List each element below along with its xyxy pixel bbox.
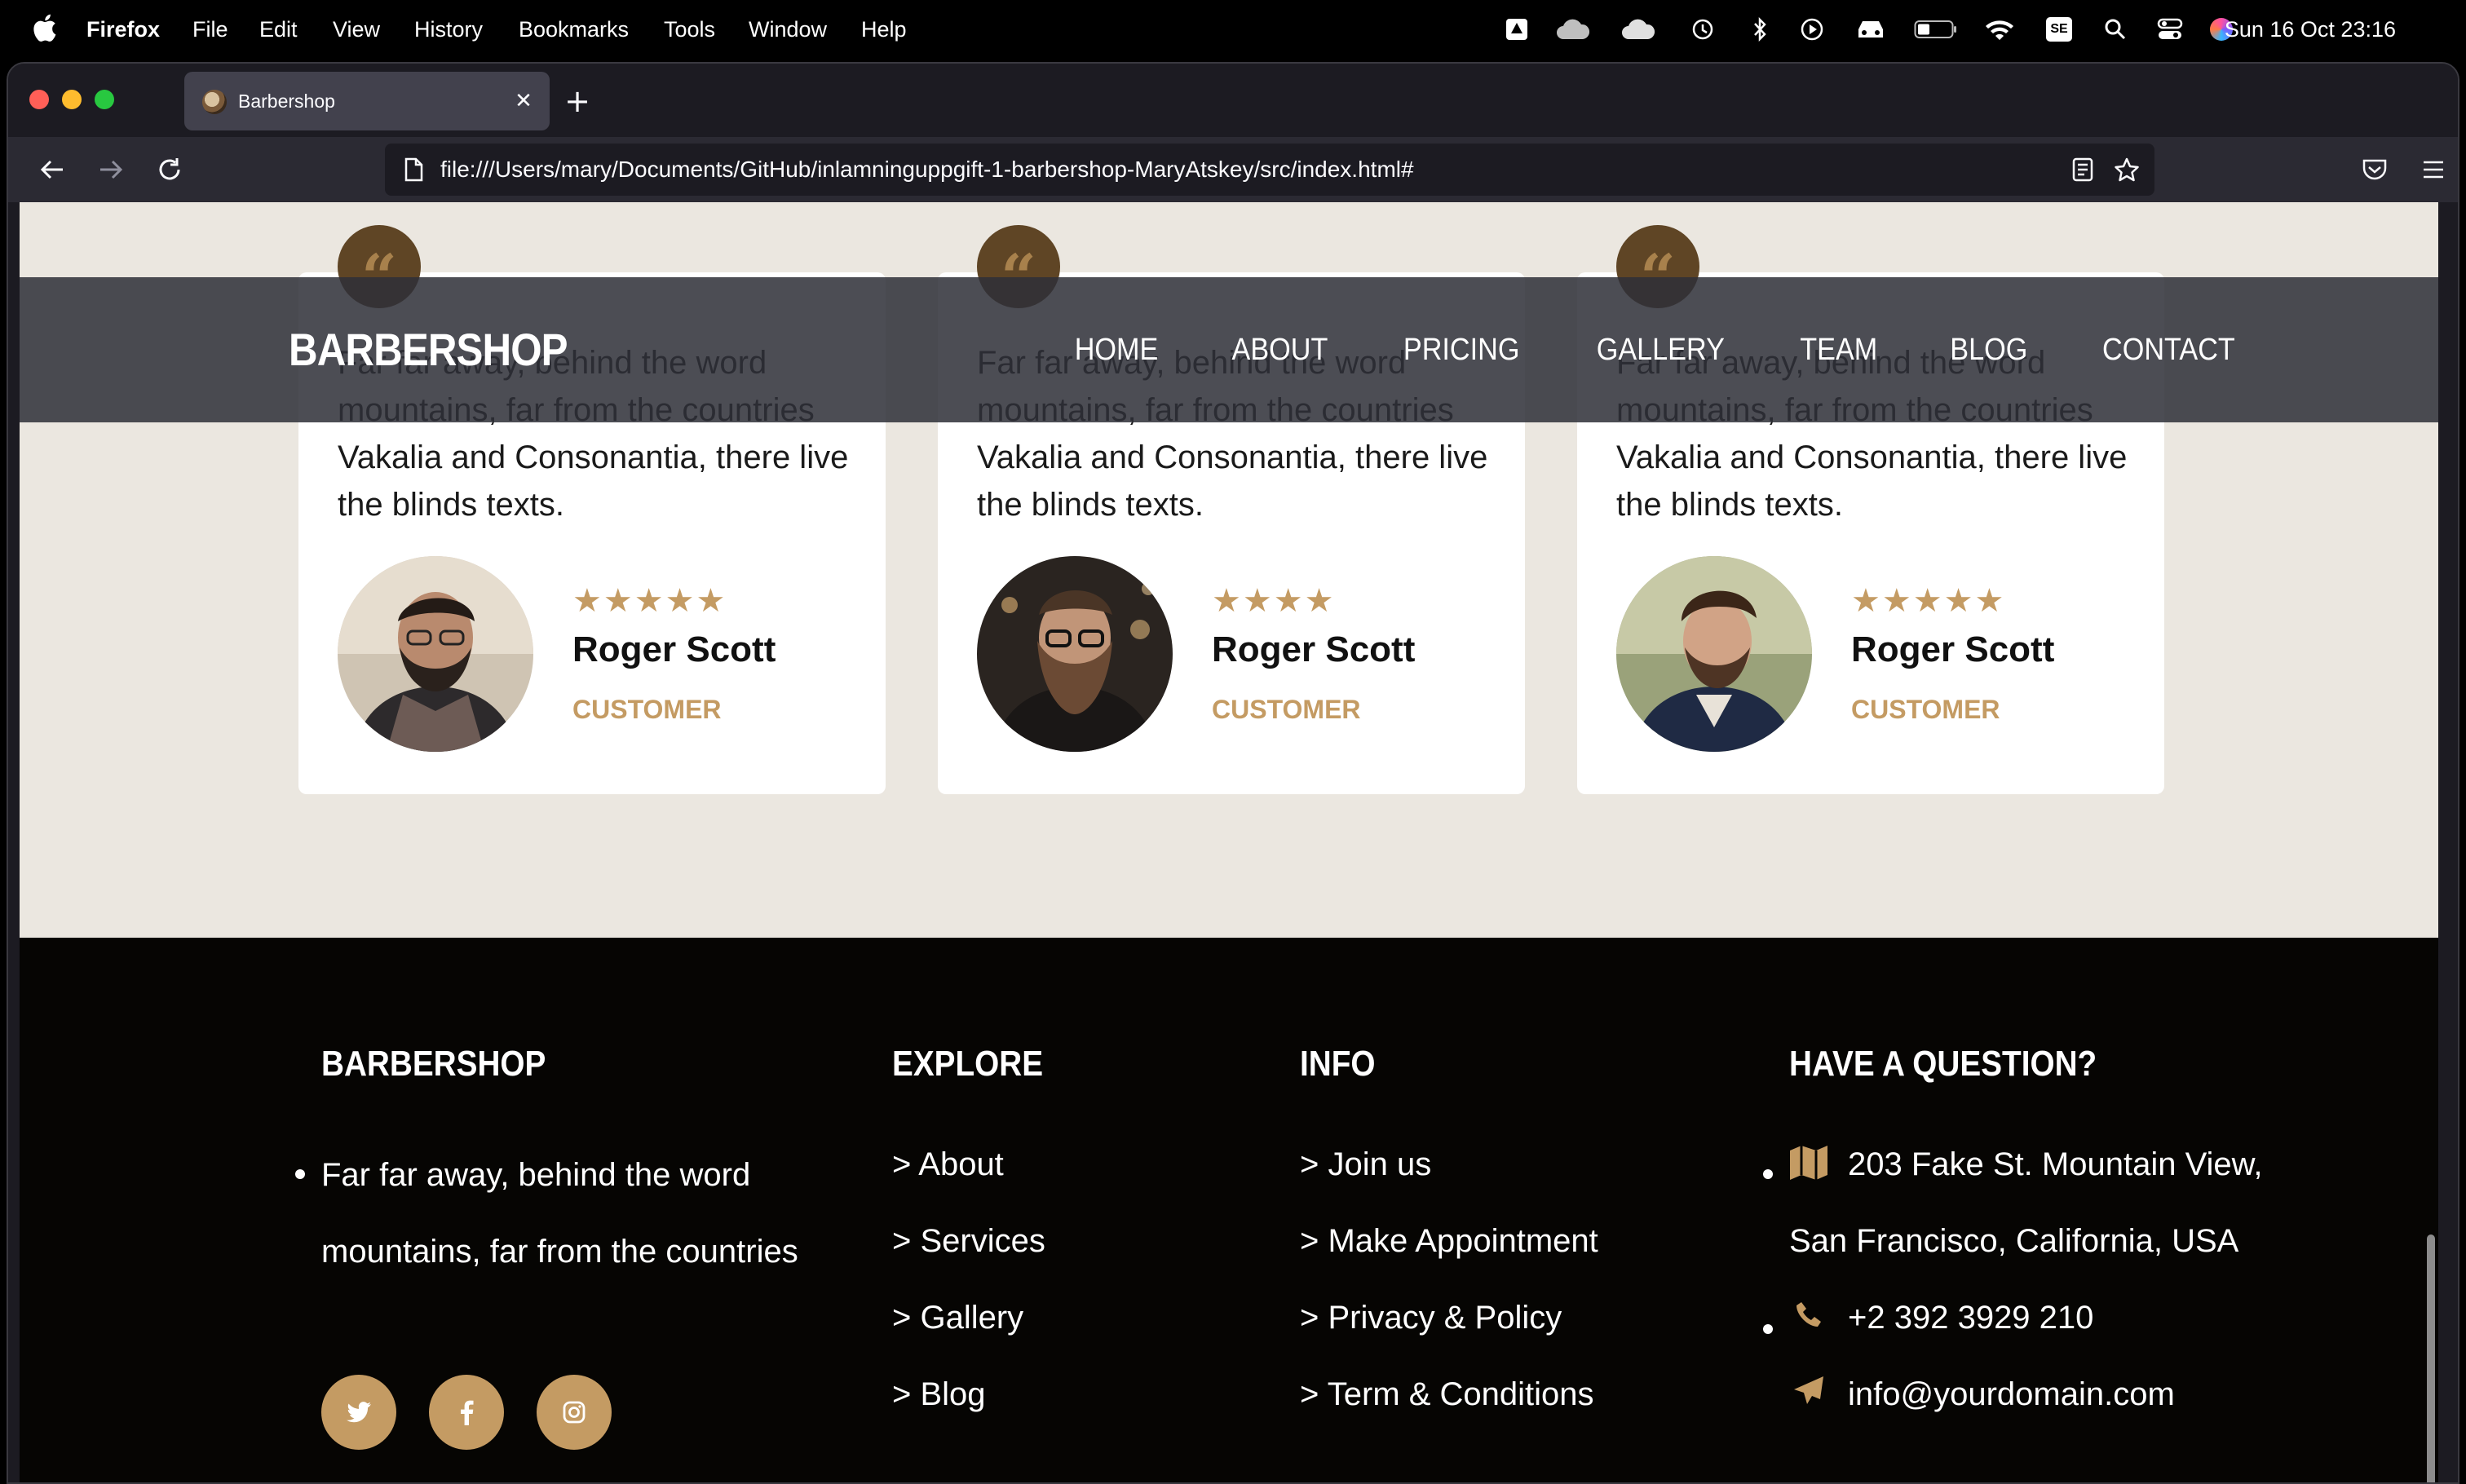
menu-app-name[interactable]: Firefox [86,0,160,59]
customer-role: CUSTOMER [1212,695,1361,724]
navigation-toolbar: file:///Users/mary/Documents/GitHub/inla… [8,137,2458,202]
menu-view[interactable]: View [333,0,380,59]
nav-about[interactable]: ABOUT [1232,333,1328,368]
page-scrollbar[interactable] [2427,1234,2435,1482]
site-header: BARBERSHOP HOME ABOUT PRICING GALLERY TE… [20,277,2438,422]
time-machine-icon[interactable] [1690,15,1716,44]
customer-role: CUSTOMER [572,695,722,724]
list-bullet [295,1169,305,1179]
rating-stars: ★★★★ [1212,582,1336,620]
search-icon[interactable] [2102,15,2128,44]
avatar [1616,556,1812,752]
footer-link-privacy-policy[interactable]: > Privacy & Policy [1300,1300,1562,1336]
footer-address-line1: 203 Fake St. Mountain View, [1848,1146,2263,1182]
facebook-icon[interactable] [429,1375,504,1450]
avatar [338,556,533,752]
list-bullet [1763,1324,1773,1334]
tab-title: Barbershop [238,91,335,112]
close-window-button[interactable] [29,90,49,109]
twitter-icon[interactable] [321,1375,396,1450]
new-tab-button[interactable]: + [559,83,595,119]
forward-button[interactable] [91,150,130,189]
instagram-icon[interactable] [537,1375,612,1450]
customer-name: Roger Scott [572,629,776,669]
site-nav: HOME ABOUT PRICING GALLERY TEAM BLOG CON… [1006,277,2243,422]
footer-link-make-appointment[interactable]: > Make Appointment [1300,1223,1598,1260]
footer-link-about[interactable]: > About [892,1146,1004,1183]
customer-role: CUSTOMER [1851,695,2000,724]
footer-explore-title: EXPLORE [892,1044,1044,1084]
menu-help[interactable]: Help [861,0,907,59]
rating-stars: ★★★★★ [572,582,727,620]
footer-link-join-us[interactable]: > Join us [1300,1146,1431,1183]
nav-team[interactable]: TEAM [1800,333,1877,368]
page-viewport[interactable]: “ Far far away, behind the word mountain… [20,202,2438,1482]
apple-icon[interactable] [31,11,57,44]
car-icon[interactable] [1854,15,1887,44]
close-tab-icon[interactable]: ✕ [510,88,537,114]
back-button[interactable] [33,150,72,189]
page-icon [404,157,423,182]
menu-tools[interactable]: Tools [664,0,715,59]
map-icon [1788,1142,1830,1184]
reader-view-icon[interactable] [2070,157,2096,183]
minimize-window-button[interactable] [62,90,82,109]
site-footer: BARBERSHOP Far far away, behind the word… [20,938,2438,1482]
se-badge-icon[interactable]: SE [2045,15,2073,44]
footer-info-title: INFO [1300,1044,1376,1084]
list-bullet [1763,1169,1773,1179]
customer-name: Roger Scott [1851,629,2055,669]
browser-window: Barbershop ✕ + file:///Users/mary/Docume… [7,62,2459,1484]
cloud-icon[interactable] [1554,15,1592,44]
nav-blog[interactable]: BLOG [1950,333,2027,368]
bookmark-star-icon[interactable] [2114,157,2140,183]
clock[interactable]: Sun 16 Oct 23:16 [2225,0,2396,59]
reload-button[interactable] [150,150,189,189]
footer-phone[interactable]: +2 392 3929 210 [1848,1300,2093,1336]
url-text[interactable]: file:///Users/mary/Documents/GitHub/inla… [440,144,1414,196]
phone-icon [1788,1293,1830,1336]
menu-bookmarks[interactable]: Bookmarks [519,0,629,59]
battery-icon[interactable] [1913,15,1959,44]
pocket-icon[interactable] [2355,150,2394,189]
site-logo[interactable]: BARBERSHOP [289,277,568,422]
paper-plane-icon [1788,1370,1830,1412]
menu-history[interactable]: History [414,0,483,59]
control-center-icon[interactable] [2156,15,2184,44]
footer-email[interactable]: info@yourdomain.com [1848,1376,2175,1413]
menu-window[interactable]: Window [749,0,827,59]
footer-brand-title: BARBERSHOP [321,1044,546,1084]
menu-edit[interactable]: Edit [259,0,298,59]
footer-link-services[interactable]: > Services [892,1223,1045,1260]
url-bar[interactable]: file:///Users/mary/Documents/GitHub/inla… [385,144,2154,196]
cloud-filled-icon[interactable] [1620,15,1657,44]
footer-brand-text: Far far away, behind the word mountains,… [321,1157,798,1270]
footer-link-blog[interactable]: > Blog [892,1376,986,1413]
nav-contact[interactable]: CONTACT [2102,333,2235,368]
zoom-window-button[interactable] [95,90,114,109]
tab-barbershop[interactable]: Barbershop ✕ [184,72,550,130]
bluetooth-icon[interactable] [1750,15,1770,44]
se-badge-label: SE [2046,17,2072,42]
wifi-icon[interactable] [1983,15,2016,44]
drive-icon[interactable] [1504,15,1530,44]
avatar [977,556,1173,752]
footer-link-gallery[interactable]: > Gallery [892,1300,1023,1336]
play-icon[interactable] [1799,15,1825,44]
app-menu-icon[interactable] [2414,150,2453,189]
menu-file[interactable]: File [192,0,228,59]
footer-address-line2: San Francisco, California, USA [1789,1223,2239,1259]
tab-strip: Barbershop ✕ + [8,64,2458,137]
footer-question-title: HAVE A QUESTION? [1789,1044,2097,1084]
nav-pricing[interactable]: PRICING [1403,333,1520,368]
nav-home[interactable]: HOME [1075,333,1159,368]
footer-link-terms-conditions[interactable]: > Term & Conditions [1300,1376,1594,1413]
rating-stars: ★★★★★ [1851,582,2006,620]
customer-name: Roger Scott [1212,629,1416,669]
nav-gallery[interactable]: GALLERY [1597,333,1725,368]
macos-menubar: Firefox File Edit View History Bookmarks… [0,0,2466,59]
favicon-icon [202,90,227,114]
